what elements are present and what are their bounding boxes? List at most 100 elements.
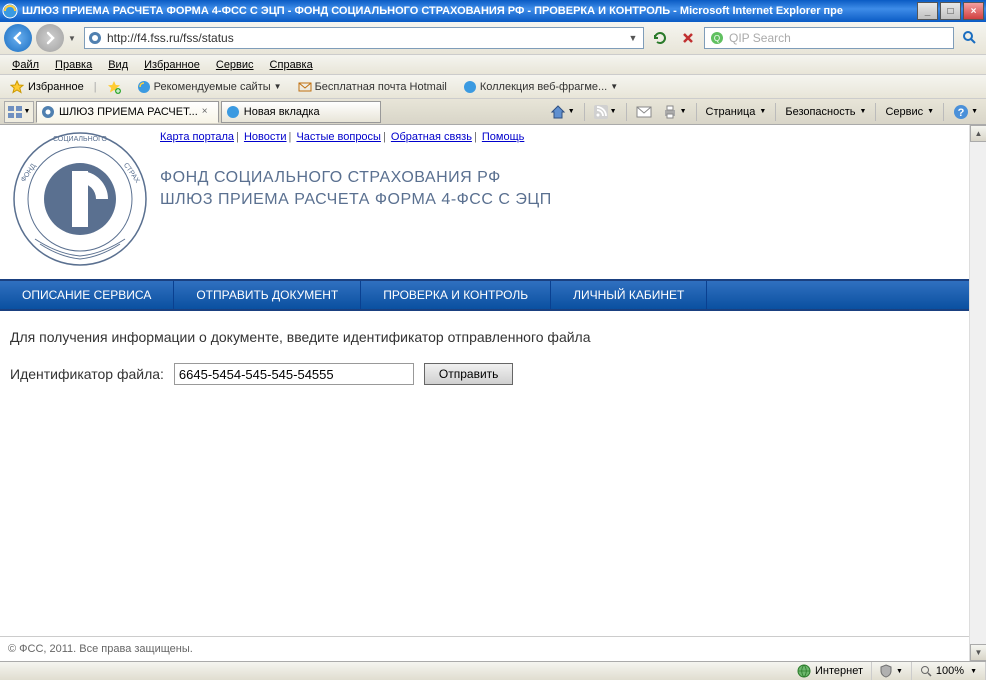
star-icon (10, 80, 24, 94)
zoom-icon (920, 665, 932, 677)
link-news[interactable]: Новости (244, 131, 287, 143)
globe-icon (797, 664, 811, 678)
scroll-down-button[interactable]: ▼ (970, 644, 986, 661)
org-subtitle: ШЛЮЗ ПРИЕМА РАСЧЕТА ФОРМА 4-ФСС С ЭЦП (160, 191, 959, 209)
hotmail-icon (298, 80, 312, 94)
link-feedback[interactable]: Обратная связь (391, 131, 472, 143)
address-text: http://f4.fss.ru/fss/status (107, 31, 625, 45)
ie-small-icon (463, 80, 477, 94)
nav-service-description[interactable]: ОПИСАНИЕ СЕРВИСА (0, 281, 174, 309)
address-bar[interactable]: http://f4.fss.ru/fss/status ▼ (84, 27, 644, 49)
ie-small-icon (137, 80, 151, 94)
favorites-label: Избранное (28, 81, 84, 93)
tab-2[interactable]: Новая вкладка (221, 101, 381, 123)
status-zone[interactable]: Интернет (789, 662, 872, 680)
forward-button[interactable] (36, 24, 64, 52)
mail-button[interactable] (632, 103, 656, 121)
tab-label: Новая вкладка (244, 106, 320, 118)
stop-button[interactable] (676, 27, 700, 49)
address-dropdown[interactable]: ▼ (625, 33, 641, 43)
menu-edit[interactable]: Правка (47, 57, 100, 73)
menu-help[interactable]: Справка (262, 57, 321, 73)
menu-view[interactable]: Вид (100, 57, 136, 73)
cmd-label: Сервис (885, 106, 923, 118)
vertical-scrollbar[interactable]: ▲ ▼ (969, 125, 986, 661)
cmd-safety[interactable]: Безопасность▼ (781, 104, 870, 120)
menu-bar: Файл Правка Вид Избранное Сервис Справка (0, 55, 986, 75)
nav-submit-document[interactable]: ОТПРАВИТЬ ДОКУМЕНТ (174, 281, 361, 309)
tab-bar: ▼ ШЛЮЗ ПРИЕМА РАСЧЕТ... × Новая вкладка … (0, 99, 986, 125)
cmd-label: Страница (706, 106, 756, 118)
tab-close-button[interactable]: × (202, 106, 214, 118)
feeds-button[interactable]: ▼ (590, 103, 621, 121)
nav-history-dropdown[interactable]: ▼ (68, 34, 80, 43)
top-links: Карта портала| Новости| Частые вопросы| … (160, 131, 959, 143)
fav-item-label: Коллекция веб-фрагме... (480, 81, 607, 93)
cmd-page[interactable]: Страница▼ (702, 104, 771, 120)
fav-add-button[interactable] (101, 78, 127, 96)
close-button[interactable]: × (963, 2, 984, 20)
page-icon (87, 30, 103, 46)
nav-personal-account[interactable]: ЛИЧНЫЙ КАБИНЕТ (551, 281, 707, 309)
scroll-up-button[interactable]: ▲ (970, 125, 986, 142)
favorites-button[interactable]: Избранное (4, 78, 90, 96)
tab-1[interactable]: ШЛЮЗ ПРИЕМА РАСЧЕТ... × (36, 101, 219, 123)
print-button[interactable]: ▼ (658, 102, 691, 122)
ie-icon (2, 3, 18, 19)
tab-favicon (41, 105, 55, 119)
minimize-button[interactable]: _ (917, 2, 938, 20)
menu-favorites[interactable]: Избранное (136, 57, 208, 73)
page-header: СОЦИАЛЬНОГО ФОНД СТРАХ Карта портала| Но… (0, 125, 969, 279)
status-bar: Интернет ▼ 100% ▼ (0, 661, 986, 680)
form-area: Для получения информации о документе, вв… (0, 311, 969, 403)
zoom-label: 100% (936, 665, 964, 677)
status-zoom[interactable]: 100% ▼ (912, 662, 986, 680)
help-button[interactable]: ?▼ (949, 102, 982, 122)
main-nav: ОПИСАНИЕ СЕРВИСА ОТПРАВИТЬ ДОКУМЕНТ ПРОВ… (0, 279, 969, 311)
tab-label: ШЛЮЗ ПРИЕМА РАСЧЕТ... (59, 106, 198, 118)
link-faq[interactable]: Частые вопросы (296, 131, 381, 143)
menu-file[interactable]: Файл (4, 57, 47, 73)
search-button[interactable] (958, 27, 982, 49)
nav-check-control[interactable]: ПРОВЕРКА И КОНТРОЛЬ (361, 281, 551, 309)
window-title: ШЛЮЗ ПРИЕМА РАСЧЕТА ФОРМА 4-ФСС С ЭЦП - … (22, 5, 917, 17)
star-add-icon (107, 80, 121, 94)
shield-icon (880, 664, 892, 678)
content-area: СОЦИАЛЬНОГО ФОНД СТРАХ Карта портала| Но… (0, 125, 986, 661)
file-id-input[interactable] (174, 363, 414, 385)
link-help[interactable]: Помощь (482, 131, 525, 143)
page-footer: © ФСС, 2011. Все права защищены. (0, 636, 969, 661)
cmd-label: Безопасность (785, 106, 855, 118)
fav-recommended-sites[interactable]: Рекомендуемые сайты ▼ (131, 78, 288, 96)
ie-small-icon (226, 105, 240, 119)
fav-hotmail[interactable]: Бесплатная почта Hotmail (292, 78, 453, 96)
search-box[interactable]: Q QIP Search (704, 27, 954, 49)
home-button[interactable]: ▼ (546, 102, 579, 122)
nav-toolbar: ▼ http://f4.fss.ru/fss/status ▼ Q QIP Se… (0, 22, 986, 55)
fss-emblem: СОЦИАЛЬНОГО ФОНД СТРАХ (10, 129, 150, 269)
favorites-bar: Избранное | Рекомендуемые сайты ▼ Беспла… (0, 75, 986, 99)
search-placeholder: QIP Search (729, 31, 949, 45)
window-titlebar: ШЛЮЗ ПРИЕМА РАСЧЕТА ФОРМА 4-ФСС С ЭЦП - … (0, 0, 986, 22)
fav-web-fragments[interactable]: Коллекция веб-фрагме... ▼ (457, 78, 624, 96)
qip-icon: Q (709, 30, 725, 46)
submit-button[interactable]: Отправить (424, 363, 514, 385)
refresh-button[interactable] (648, 27, 672, 49)
form-prompt: Для получения информации о документе, вв… (10, 329, 959, 345)
fav-item-label: Рекомендуемые сайты (154, 81, 271, 93)
separator: | (94, 81, 97, 93)
org-title: ФОНД СОЦИАЛЬНОГО СТРАХОВАНИЯ РФ (160, 169, 959, 187)
svg-text:Q: Q (714, 34, 720, 43)
maximize-button[interactable]: □ (940, 2, 961, 20)
svg-text:СОЦИАЛЬНОГО: СОЦИАЛЬНОГО (53, 136, 107, 143)
command-bar: ▼ ▼ ▼ Страница▼ Безопасность▼ Сервис▼ ?▼ (546, 102, 982, 122)
fav-item-label: Бесплатная почта Hotmail (315, 81, 447, 93)
back-button[interactable] (4, 24, 32, 52)
file-id-label: Идентификатор файла: (10, 366, 164, 382)
cmd-tools[interactable]: Сервис▼ (881, 104, 938, 120)
link-site-map[interactable]: Карта портала (160, 131, 234, 143)
status-protected-mode[interactable]: ▼ (872, 662, 912, 680)
zone-label: Интернет (815, 665, 863, 677)
menu-tools[interactable]: Сервис (208, 57, 262, 73)
quick-tabs-button[interactable]: ▼ (4, 101, 34, 123)
